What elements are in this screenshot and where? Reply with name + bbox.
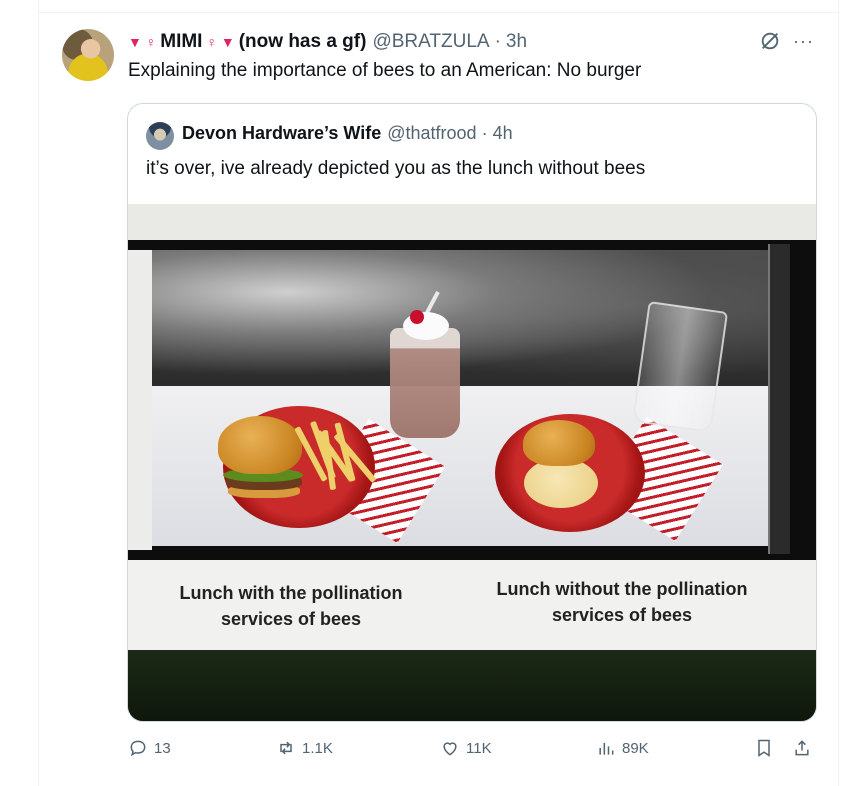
- cherry: [410, 310, 424, 324]
- views-icon: [599, 743, 614, 755]
- post-photo[interactable]: Lunch with the pollination services of b…: [128, 204, 816, 721]
- fries: [294, 418, 377, 492]
- repost-button[interactable]: 1.1K: [276, 738, 333, 758]
- plain-top-bun: [523, 420, 595, 466]
- repost-icon: [280, 741, 292, 755]
- quoted-post-text: it’s over, ive already depicted you as t…: [146, 158, 646, 179]
- post-time[interactable]: 3h: [506, 31, 527, 53]
- reply-icon: [130, 740, 146, 757]
- name-symbol-left: ▼ ♀: [128, 34, 157, 50]
- empty-glass: [631, 301, 729, 433]
- share-button[interactable]: [792, 738, 812, 758]
- author-handle[interactable]: @BRATZULA: [372, 31, 489, 53]
- caption-with-bees: Lunch with the pollination services of b…: [179, 583, 403, 629]
- bookmark-icon: [758, 739, 770, 757]
- milkshake: [390, 328, 460, 438]
- separator-dot: ·: [481, 123, 488, 143]
- post-page: ▼ ♀ MIMI ♀ ▼ (now has a gf) @BRATZULA · …: [0, 0, 862, 786]
- reply-button[interactable]: 13: [128, 738, 171, 758]
- action-bar: 13 1.1K 11K 89K: [128, 738, 818, 764]
- quoted-author-avatar[interactable]: [146, 122, 174, 150]
- like-count: 11K: [466, 739, 492, 757]
- author-name-suffix: (now has a gf): [238, 31, 367, 52]
- heart-icon: [443, 742, 457, 756]
- post-top-divider: [38, 12, 838, 13]
- quoted-author-handle[interactable]: @thatfrood: [387, 123, 476, 144]
- quoted-post[interactable]: Devon Hardware’s Wife @thatfrood · 4h it…: [127, 103, 817, 722]
- sign-strip: [128, 204, 816, 240]
- column-divider-left: [38, 0, 39, 786]
- post-text: Explaining the importance of bees to an …: [128, 60, 642, 81]
- case-post: [768, 244, 790, 554]
- separator-dot: ·: [494, 31, 501, 52]
- column-divider-right: [838, 0, 839, 786]
- quoted-post-header: Devon Hardware’s Wife @thatfrood · 4h: [182, 123, 513, 144]
- name-symbol-right: ♀ ▼: [206, 34, 235, 50]
- reply-count: 13: [154, 739, 171, 757]
- quoted-author-name[interactable]: Devon Hardware’s Wife: [182, 123, 381, 144]
- burger-top-bun: [218, 416, 302, 474]
- quoted-post-time[interactable]: 4h: [493, 123, 513, 144]
- like-button[interactable]: 11K: [440, 738, 492, 758]
- post-header: ▼ ♀ MIMI ♀ ▼ (now has a gf) @BRATZULA · …: [128, 30, 527, 54]
- grass-floor: [128, 650, 816, 721]
- caption-without-bees: Lunch without the pollination services o…: [496, 579, 748, 625]
- repost-count: 1.1K: [302, 739, 333, 757]
- author-avatar[interactable]: [62, 29, 114, 81]
- views-count: 89K: [622, 739, 649, 757]
- grok-icon[interactable]: [759, 30, 781, 52]
- share-icon: [795, 740, 809, 756]
- author-display-name: MIMI: [160, 31, 203, 52]
- author-name[interactable]: ▼ ♀ MIMI ♀ ▼ (now has a gf): [128, 31, 366, 53]
- views-button[interactable]: 89K: [596, 738, 649, 758]
- bookmark-button[interactable]: [754, 738, 774, 758]
- more-icon[interactable]: ···: [793, 31, 814, 52]
- left-panel: [128, 250, 152, 550]
